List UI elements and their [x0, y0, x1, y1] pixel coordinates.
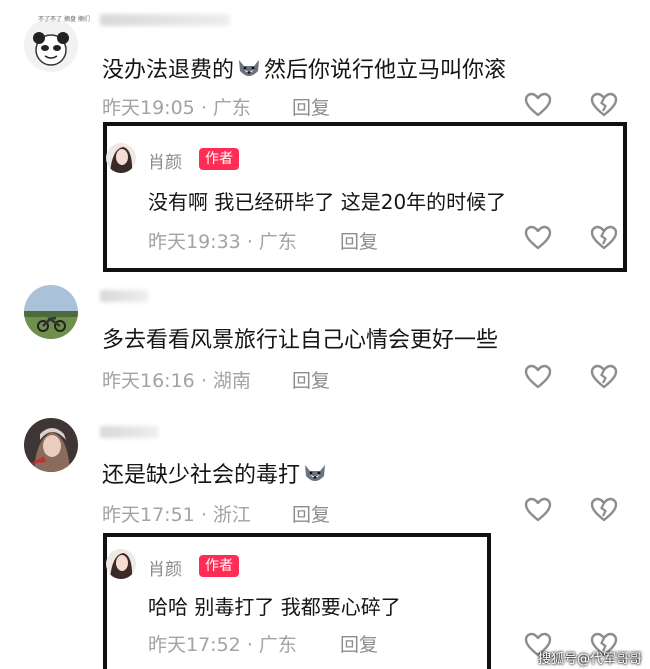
comment-meta: 昨天17:51 · 浙江	[102, 500, 251, 527]
username-blurred[interactable]	[100, 290, 148, 302]
reply-location: 广东	[258, 231, 297, 253]
avatar-anime-character[interactable]	[24, 418, 78, 472]
reply-text: 没有啊 我已经研毕了 这是20年的时候了	[148, 190, 507, 214]
comment-location: 广东	[212, 97, 251, 119]
broken-heart-icon[interactable]	[590, 92, 618, 118]
separator: ·	[246, 231, 253, 253]
comment-location: 湖南	[212, 370, 251, 392]
comment-time: 昨天19:05	[102, 97, 195, 119]
reply-meta: 昨天19:33 · 广东	[148, 227, 297, 254]
reply-time: 昨天19:33	[148, 231, 241, 253]
heart-outline-icon[interactable]	[524, 92, 552, 118]
comment-text: 没办法退费的 然后你说行他立马叫你滚	[102, 52, 506, 87]
reply-author-name[interactable]: 肖颜	[148, 555, 182, 580]
reply-button[interactable]: 回复	[292, 366, 330, 393]
comment-text: 还是缺少社会的毒打	[102, 457, 328, 492]
avatar-panda-meme[interactable]	[24, 18, 78, 72]
comment-time: 昨天17:51	[102, 504, 195, 526]
avatar-motorcycle-landscape[interactable]	[24, 285, 78, 339]
reply-button[interactable]: 回复	[292, 500, 330, 527]
husky-dog-emoji-icon	[302, 462, 328, 492]
heart-outline-icon[interactable]	[524, 364, 552, 390]
reply-text: 哈哈 别毒打了 我都要心碎了	[148, 595, 401, 619]
reply-location: 广东	[258, 634, 297, 656]
author-avatar[interactable]	[106, 549, 136, 579]
comment-location: 浙江	[212, 504, 251, 526]
reply-author-name[interactable]: 肖颜	[148, 148, 182, 173]
heart-outline-icon[interactable]	[524, 225, 552, 251]
comment-meta: 昨天16:16 · 湖南	[102, 366, 251, 393]
reply-meta: 昨天17:52 · 广东	[148, 630, 297, 657]
broken-heart-icon[interactable]	[590, 364, 618, 390]
separator: ·	[246, 634, 253, 656]
separator: ·	[200, 370, 207, 392]
reply-time: 昨天17:52	[148, 634, 241, 656]
watermark: 搜狐号@代军哥哥	[537, 652, 642, 667]
comment-time: 昨天16:16	[102, 370, 195, 392]
husky-dog-emoji-icon	[236, 57, 262, 87]
comment-text: 多去看看风景旅行让自己心情会更好一些	[102, 328, 499, 353]
reply-button[interactable]: 回复	[292, 93, 330, 120]
separator: ·	[200, 97, 207, 119]
comment-meta: 昨天19:05 · 广东	[102, 93, 251, 120]
author-badge: 作者	[199, 555, 239, 577]
author-badge: 作者	[199, 148, 239, 170]
reply-button[interactable]: 回复	[340, 227, 378, 254]
heart-outline-icon[interactable]	[524, 497, 552, 523]
author-avatar[interactable]	[106, 143, 136, 173]
broken-heart-icon[interactable]	[590, 225, 618, 251]
broken-heart-icon[interactable]	[590, 497, 618, 523]
reply-button[interactable]: 回复	[340, 630, 378, 657]
separator: ·	[200, 504, 207, 526]
avatar-caption: 不了不了 摘盘 摘们	[38, 16, 90, 23]
username-blurred[interactable]	[100, 426, 158, 438]
username-blurred[interactable]	[100, 14, 230, 26]
